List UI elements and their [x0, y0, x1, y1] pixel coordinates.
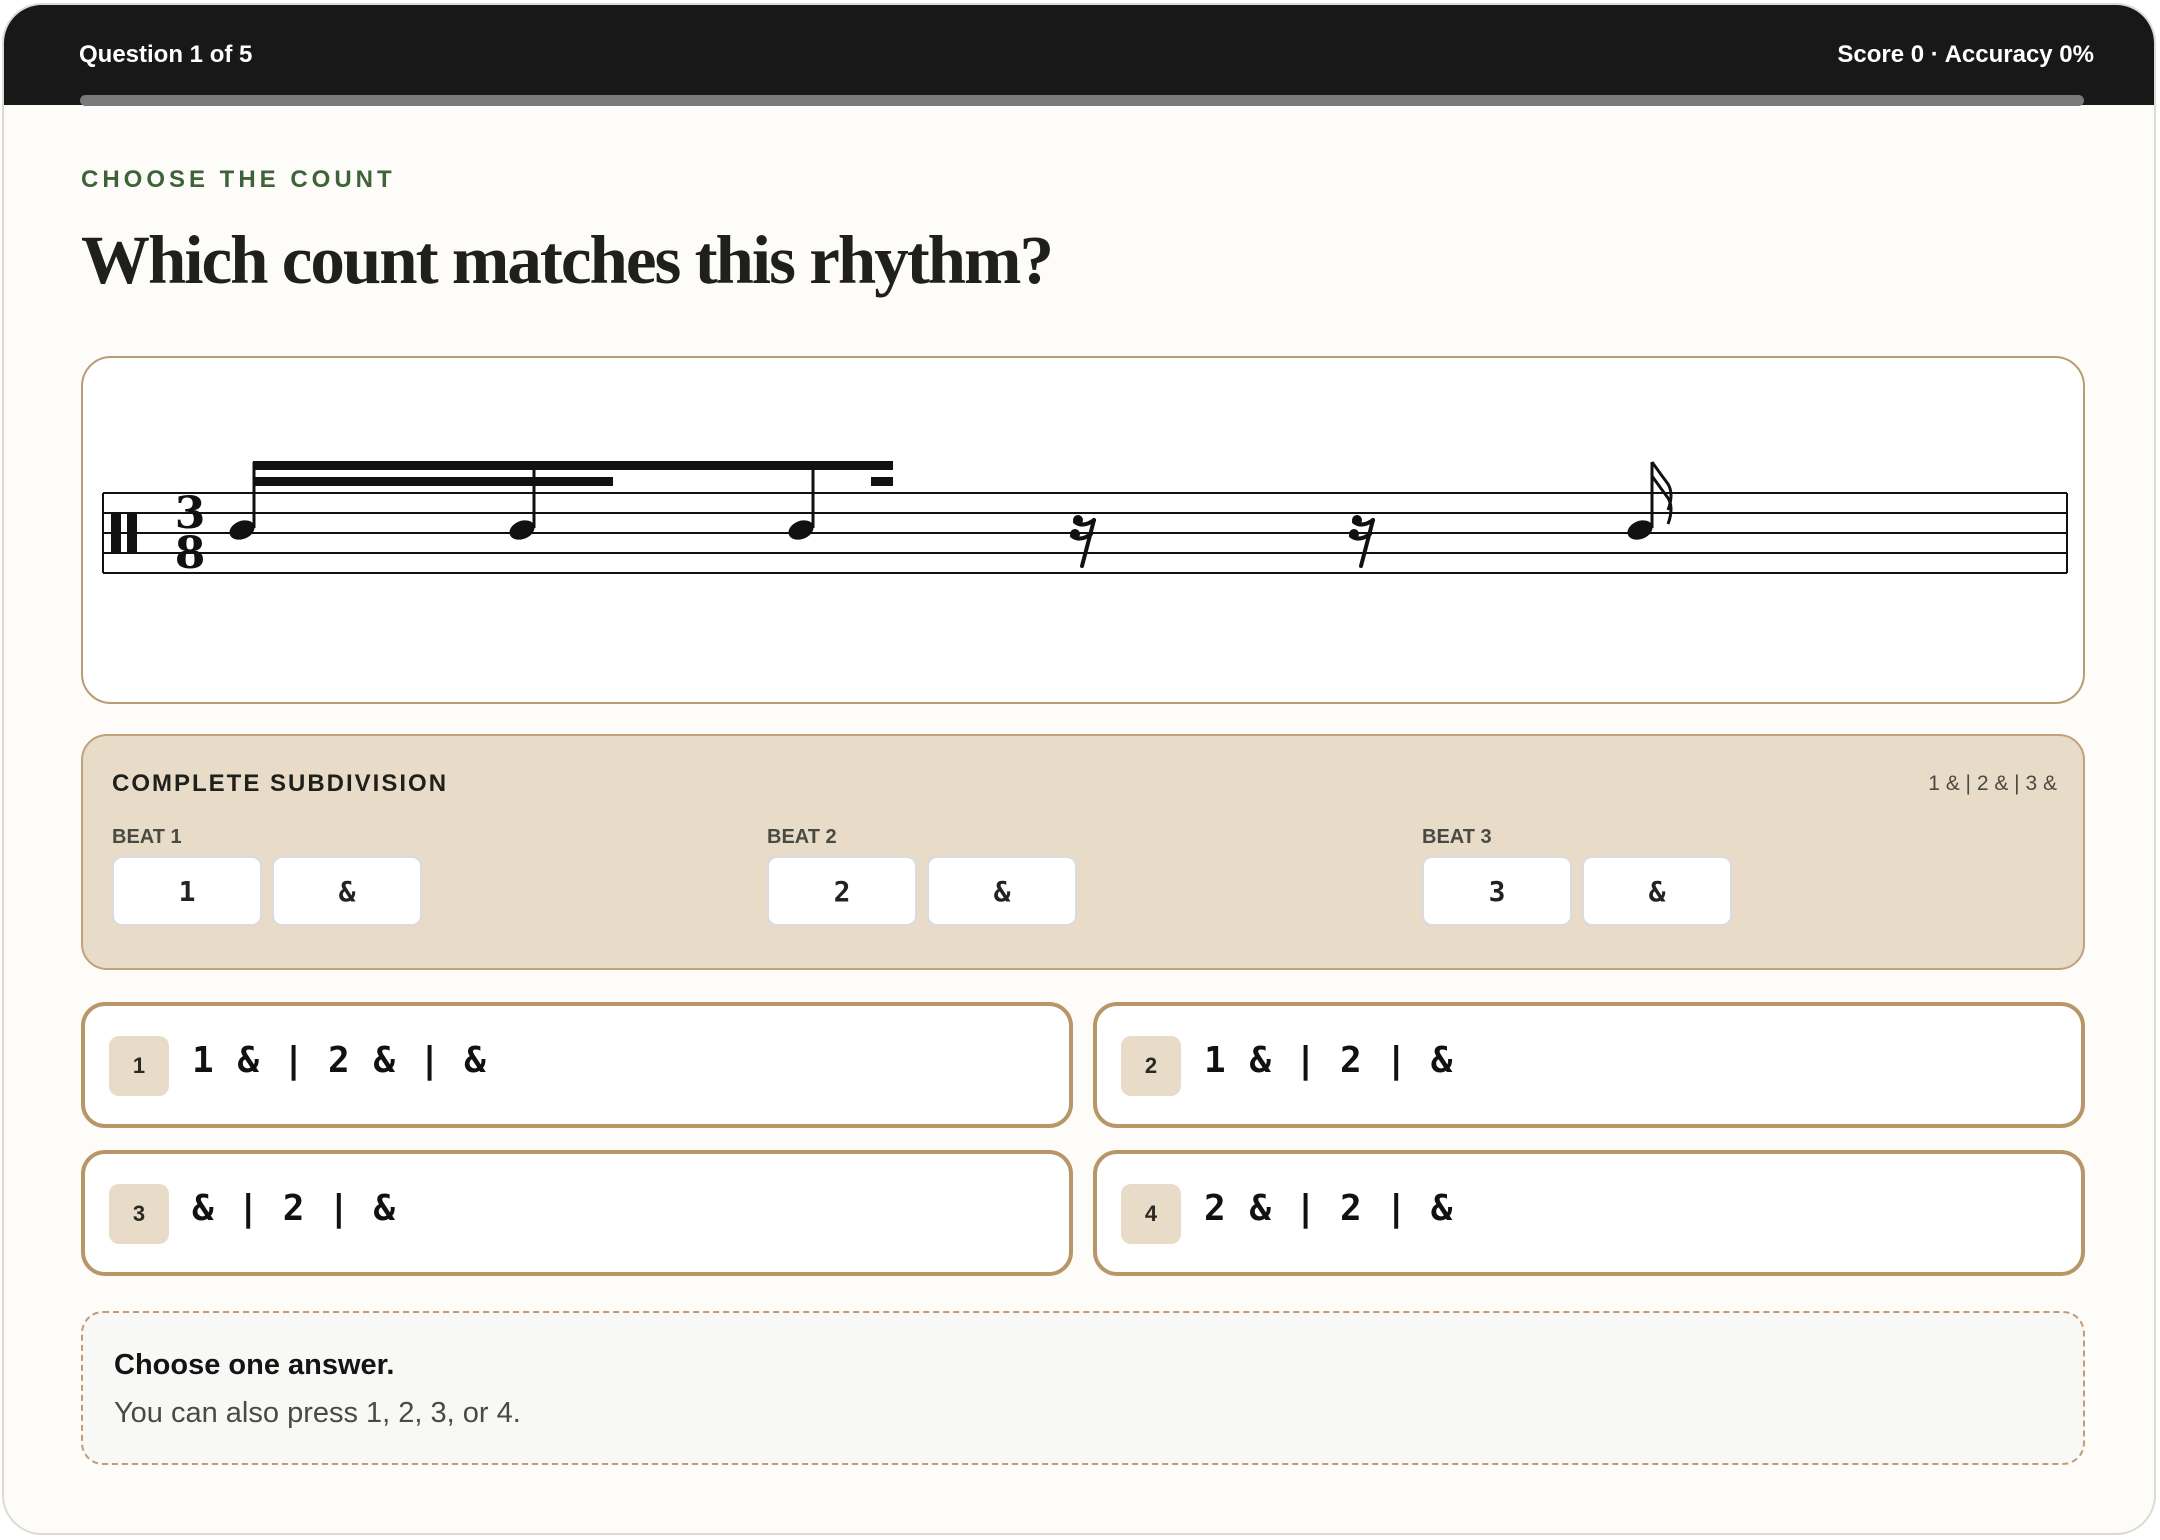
subdivision-chip: 2	[767, 856, 917, 926]
subdivision-heading: COMPLETE SUBDIVISION	[112, 770, 449, 797]
note-4-sixteenth-flagged	[1627, 461, 1673, 540]
score-accuracy: Score 0 · Accuracy 0%	[1837, 41, 2094, 68]
note-3-sixteenth	[788, 462, 815, 540]
rhythm-staff: 3 8	[102, 461, 2068, 579]
progress-bar	[80, 95, 2084, 106]
notation-card: 3 8	[81, 356, 2085, 704]
beat-group-2: BEAT 2 2 &	[767, 826, 1077, 926]
task-eyebrow: CHOOSE THE COUNT	[81, 166, 396, 193]
option-number-badge: 4	[1121, 1184, 1181, 1244]
time-signature-bottom: 8	[175, 528, 206, 579]
sixteenth-rest-icon	[1349, 515, 1375, 568]
beat-label: BEAT 3	[1422, 826, 1492, 848]
beat-group-1: BEAT 1 1 &	[112, 826, 422, 926]
page-title: Which count matches this rhythm?	[81, 222, 1054, 298]
question-counter: Question 1 of 5	[79, 41, 253, 68]
beat-group-3: BEAT 3 3 &	[1422, 826, 1732, 926]
option-count-text: & | 2 | &	[192, 1188, 397, 1229]
subdivision-chip: 3	[1422, 856, 1572, 926]
answer-option-4[interactable]: 4 2 & | 2 | &	[1093, 1150, 2085, 1276]
subdivision-chip: &	[927, 856, 1077, 926]
answer-option-1[interactable]: 1 1 & | 2 & | &	[81, 1002, 1073, 1128]
subdivision-pattern: 1 & | 2 & | 3 &	[1928, 772, 2057, 795]
option-number-badge: 2	[1121, 1036, 1181, 1096]
note-2-eighth	[509, 462, 536, 540]
option-count-text: 1 & | 2 & | &	[192, 1040, 487, 1081]
option-count-text: 1 & | 2 | &	[1204, 1040, 1454, 1081]
time-signature: 3 8	[175, 488, 206, 579]
subdivision-chip: &	[272, 856, 422, 926]
subdivision-chip: 1	[112, 856, 262, 926]
quiz-app: Question 1 of 5 Score 0 · Accuracy 0% CH…	[2, 3, 2156, 1535]
option-count-text: 2 & | 2 | &	[1204, 1188, 1454, 1229]
beat-label: BEAT 2	[767, 826, 837, 848]
subdivision-chip: &	[1582, 856, 1732, 926]
hint-title: Choose one answer.	[114, 1349, 395, 1381]
beam-group	[253, 461, 893, 486]
subdivision-panel: COMPLETE SUBDIVISION 1 & | 2 & | 3 & BEA…	[81, 734, 2085, 970]
hint-box: Choose one answer. You can also press 1,…	[81, 1311, 2085, 1465]
sixteenth-rest-icon	[1070, 515, 1096, 568]
hint-body: You can also press 1, 2, 3, or 4.	[114, 1397, 521, 1429]
note-1-sixteenth	[229, 462, 256, 540]
answer-option-3[interactable]: 3 & | 2 | &	[81, 1150, 1073, 1276]
answer-option-2[interactable]: 2 1 & | 2 | &	[1093, 1002, 2085, 1128]
option-number-badge: 1	[109, 1036, 169, 1096]
beat-label: BEAT 1	[112, 826, 182, 848]
top-bar: Question 1 of 5 Score 0 · Accuracy 0%	[4, 5, 2154, 105]
option-number-badge: 3	[109, 1184, 169, 1244]
